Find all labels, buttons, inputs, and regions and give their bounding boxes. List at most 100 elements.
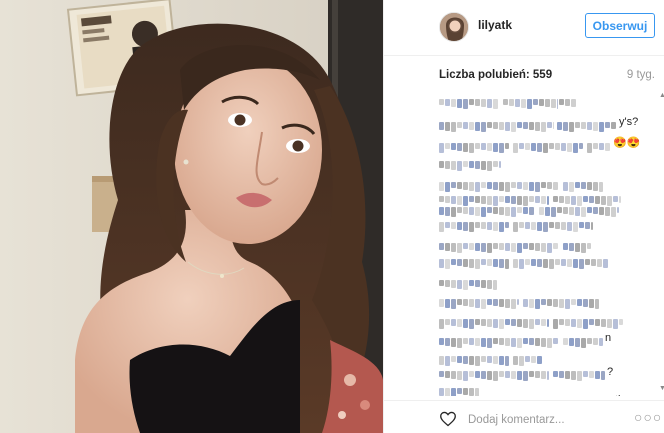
post-age[interactable]: 9 tyg.: [627, 69, 655, 81]
comment-blur-cell: [571, 371, 576, 380]
comment-blur-cell: [593, 207, 598, 214]
comment-blur-cell: [469, 243, 474, 250]
comment-blur-cell: [589, 299, 594, 308]
comment-blur-cell: [519, 222, 524, 228]
comment-blur-cell: [573, 259, 578, 268]
comment-blur-cell: [469, 222, 474, 232]
comment-blur-cell: [463, 388, 468, 395]
scroll-up-arrow-icon[interactable]: ▲: [659, 92, 664, 99]
comment-blur-cell: [563, 338, 568, 345]
comment-blur-cell: [475, 356, 480, 366]
comment-blur-cell: [559, 196, 564, 203]
comment-blur-cell: [565, 319, 570, 326]
comment-blur-cell: [523, 338, 528, 344]
comment-blur-cell: [439, 319, 444, 329]
comment-blur-cell: [463, 259, 468, 267]
comment-blur-cell: [617, 207, 619, 213]
username-link[interactable]: lilyatk: [478, 18, 512, 32]
comment-blur-cell: [535, 122, 540, 131]
comment-blur-cell: [549, 143, 554, 149]
comment-blur-cell: [619, 196, 621, 203]
comment-blur-cell: [575, 182, 580, 188]
more-dots-icon[interactable]: ○○○: [634, 409, 662, 425]
comment-blur-cell: [581, 338, 586, 348]
comment-blur-cell: [439, 99, 444, 105]
comment-blur-cell: [493, 99, 498, 109]
comment-blur-cell: [463, 243, 468, 249]
comment-blur-cell: [463, 122, 468, 129]
comment-blur-cell: [505, 319, 510, 325]
comment-blur-cell: [557, 122, 562, 130]
heart-icon[interactable]: [439, 411, 457, 427]
comment-blur-cell: [583, 299, 588, 307]
comment-blur-cell: [531, 222, 536, 230]
comment-blur-cell: [457, 143, 462, 151]
comment-blur-cell: [511, 207, 516, 217]
comment-blur-cell: [457, 122, 462, 128]
comment-line: [439, 158, 655, 171]
comment-blur-cell: [539, 207, 544, 215]
comment-blur-cell: [445, 388, 450, 396]
comment-blur-cell: [487, 161, 492, 171]
comment-blur-cell: [543, 222, 548, 232]
comment-blur-cell: [541, 243, 546, 252]
comment-blur-cell: [481, 222, 486, 229]
follow-button[interactable]: Obserwuj: [585, 13, 655, 38]
comment-blur-cell: [439, 161, 444, 168]
comment-blur-cell: [541, 371, 546, 379]
comment-blur-cell: [571, 319, 576, 327]
comment-blur-cell: [439, 356, 444, 365]
comment-blur-cell: [577, 299, 582, 306]
comment-blur-cell: [559, 371, 564, 378]
comment-blur-cell: [487, 356, 492, 363]
comment-blur-cell: [587, 182, 592, 190]
comment-blur-cell: [475, 338, 480, 346]
avatar[interactable]: [439, 12, 469, 42]
comment-blur-cell: [513, 356, 518, 365]
comment-blur-cell: [481, 280, 486, 288]
comment-blur-cell: [451, 143, 456, 150]
comment-blur-cell: [457, 243, 462, 253]
comment-blur-cell: [439, 122, 444, 130]
comment-blur-cell: [457, 371, 462, 380]
comment-blur-cell: [457, 280, 462, 289]
comment-blur-cell: [565, 99, 570, 106]
comment-blur-cell: [505, 259, 509, 269]
comment-blur-cell: [575, 207, 580, 216]
comment-blur-cell: [577, 371, 582, 381]
comment-blur-cell: [481, 182, 486, 188]
comment-blur-cell: [587, 338, 592, 344]
comment-blur-cell: [567, 259, 572, 267]
add-comment-input[interactable]: [468, 412, 618, 428]
comment-blur-cell: [569, 207, 574, 215]
comment-blur-cell: [481, 99, 486, 107]
comment-blur-cell: [481, 143, 486, 150]
comment-blur-cell: [493, 207, 498, 214]
comment-blur-cell: [529, 299, 534, 308]
comment-blur-cell: [439, 280, 444, 286]
comment-blur-cell: [517, 243, 522, 253]
comment-blur-cell: [523, 243, 528, 249]
comment-blur-cell: [523, 319, 528, 328]
comment-blur-cell: [499, 371, 504, 377]
comment-blur-cell: [511, 182, 516, 188]
likes-count[interactable]: Liczba polubień: 559: [439, 69, 552, 81]
comment-blur-cell: [561, 222, 566, 230]
comment-blur-cell: [457, 222, 462, 230]
comment-blur-cell: [563, 122, 568, 131]
comment-blur-cell: [553, 243, 558, 249]
scroll-down-arrow-icon[interactable]: ▼: [659, 385, 664, 392]
comment-blur-cell: [547, 371, 549, 380]
comment-blur-cell: [469, 161, 474, 168]
comments-scrollbar[interactable]: ▲ ▼: [659, 92, 664, 392]
comment-line: [439, 294, 655, 309]
comment-line: n: [439, 332, 655, 348]
comment-blur-cell: [469, 182, 474, 191]
comments-list: y's? 😍😍 n? ther: [439, 96, 655, 396]
comment-blur-cell: [499, 161, 501, 168]
comment-blur-cell: [481, 338, 486, 347]
comment-blur-cell: [547, 122, 552, 128]
comment-blur-cell: [567, 143, 572, 152]
comment-blur-cell: [511, 319, 516, 326]
post-photo[interactable]: [0, 0, 383, 433]
